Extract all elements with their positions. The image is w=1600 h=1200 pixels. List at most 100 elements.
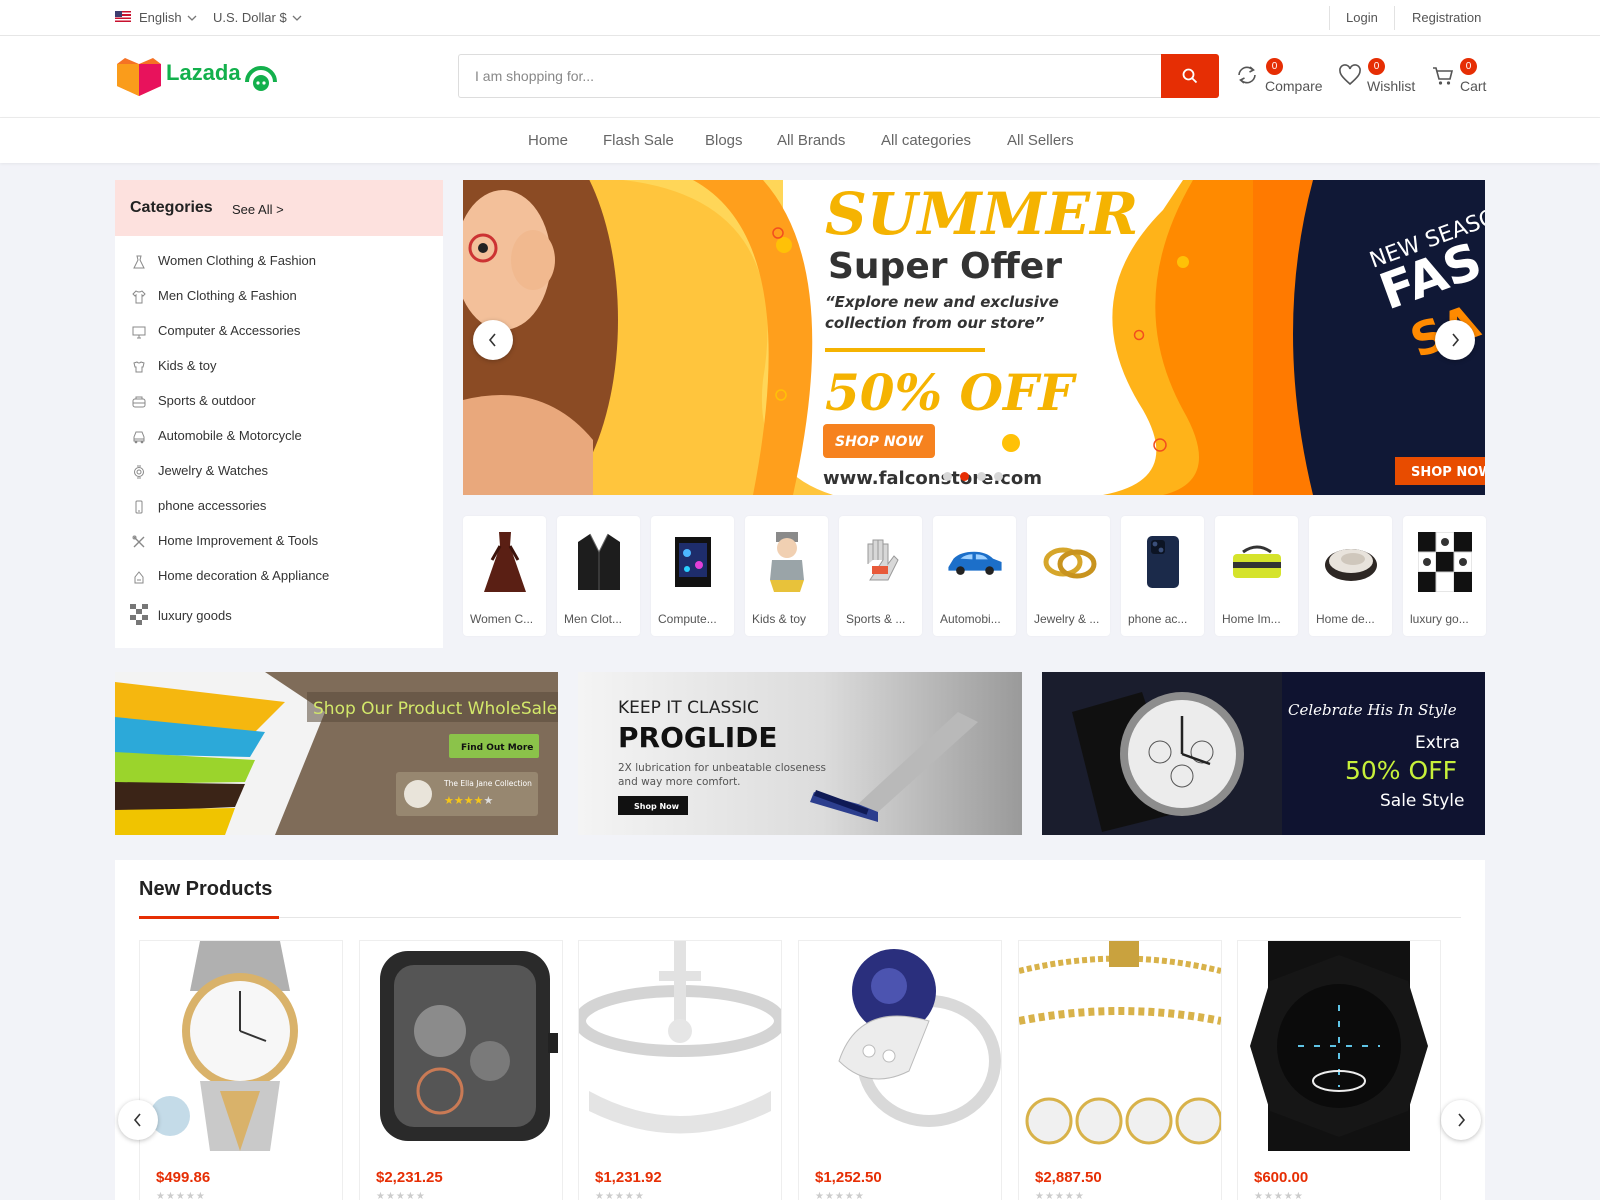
category-women-clothing[interactable]: Women Clothing & Fashion bbox=[115, 246, 443, 278]
language-selector[interactable]: English bbox=[139, 10, 182, 25]
svg-text:50% OFF: 50% OFF bbox=[1345, 756, 1457, 785]
heart-icon bbox=[1339, 64, 1361, 86]
svg-text:The Ella Jane Collection: The Ella Jane Collection bbox=[443, 779, 532, 788]
product-card[interactable]: $1,231.92 ★★★★★ bbox=[578, 940, 782, 1200]
svg-text:“Explore new and exclusive: “Explore new and exclusive bbox=[825, 293, 1059, 311]
nav-all-brands[interactable]: All Brands bbox=[777, 132, 845, 149]
svg-text:Celebrate His In Style: Celebrate His In Style bbox=[1288, 701, 1457, 719]
category-card[interactable]: Home Im... bbox=[1215, 516, 1298, 636]
category-card[interactable]: Home de... bbox=[1309, 516, 1392, 636]
skeleton-watch-image bbox=[360, 941, 562, 1151]
category-card[interactable]: Compute... bbox=[651, 516, 734, 636]
category-card[interactable]: Men Clot... bbox=[557, 516, 640, 636]
rating-stars: ★★★★★ bbox=[1254, 1191, 1304, 1200]
monitor-icon bbox=[132, 326, 146, 339]
search-button[interactable] bbox=[1161, 54, 1219, 98]
shirt-icon bbox=[132, 290, 146, 304]
product-card[interactable]: $600.00 ★★★★★ bbox=[1237, 940, 1441, 1200]
rating-stars: ★★★★★ bbox=[376, 1191, 426, 1200]
nav-all-sellers[interactable]: All Sellers bbox=[1007, 132, 1074, 149]
slider-dot[interactable] bbox=[943, 472, 952, 481]
category-card[interactable]: Jewelry & ... bbox=[1027, 516, 1110, 636]
currency-selector[interactable]: U.S. Dollar $ bbox=[213, 10, 287, 25]
category-jewelry[interactable]: Jewelry & Watches bbox=[115, 456, 443, 488]
compare-label: Compare bbox=[1265, 78, 1323, 94]
proglide-promo-banner[interactable]: KEEP IT CLASSIC PROGLIDE 2X lubrication … bbox=[578, 672, 1022, 835]
hero-slider[interactable]: SUMMER Super Offer “Explore new and excl… bbox=[463, 180, 1485, 495]
category-computer[interactable]: Computer & Accessories bbox=[115, 316, 443, 348]
watch-promo-banner[interactable]: Celebrate His In Style Extra 50% OFF Sal… bbox=[1042, 672, 1485, 835]
nav-home[interactable]: Home bbox=[528, 132, 568, 149]
dress-icon bbox=[133, 255, 145, 269]
category-automobile[interactable]: Automobile & Motorcycle bbox=[115, 421, 443, 453]
product-price: $1,231.92 bbox=[595, 1169, 662, 1186]
product-card[interactable]: $1,252.50 ★★★★★ bbox=[798, 940, 1002, 1200]
diamond-bracelet-image bbox=[1019, 941, 1221, 1151]
category-sports[interactable]: Sports & outdoor bbox=[115, 386, 443, 418]
categories-panel: Categories See All > Women Clothing & Fa… bbox=[115, 180, 443, 648]
svg-text:SHOP NOW: SHOP NOW bbox=[835, 434, 923, 450]
luxury-brands-image bbox=[1418, 532, 1472, 592]
nav-all-categories[interactable]: All categories bbox=[881, 132, 971, 149]
hero-next-button[interactable] bbox=[1435, 320, 1475, 360]
registration-link[interactable]: Registration bbox=[1412, 10, 1481, 25]
category-home-decoration[interactable]: Home decoration & Appliance bbox=[115, 561, 443, 593]
cart-button[interactable]: 0 Cart bbox=[1432, 36, 1492, 116]
category-card[interactable]: Kids & toy bbox=[745, 516, 828, 636]
compare-button[interactable]: 0 Compare bbox=[1236, 36, 1326, 116]
category-card[interactable]: luxury go... bbox=[1403, 516, 1486, 636]
slider-dot[interactable] bbox=[994, 472, 1003, 481]
hero-prev-button[interactable] bbox=[473, 320, 513, 360]
category-card[interactable]: phone ac... bbox=[1121, 516, 1204, 636]
tool-bag-image bbox=[1233, 545, 1281, 578]
products-prev-button[interactable] bbox=[118, 1100, 158, 1140]
phone-icon bbox=[135, 500, 143, 514]
product-card[interactable]: $2,887.50 ★★★★★ bbox=[1018, 940, 1222, 1200]
logo[interactable]: Lazada bbox=[115, 56, 285, 98]
chevron-left-icon bbox=[488, 333, 496, 347]
silver-ring-image bbox=[579, 941, 781, 1151]
product-card[interactable]: $499.86 ★★★★★ bbox=[139, 940, 343, 1200]
product-price: $600.00 bbox=[1254, 1169, 1309, 1186]
chevron-left-icon bbox=[133, 1113, 141, 1127]
login-link[interactable]: Login bbox=[1346, 10, 1378, 25]
category-home-improvement[interactable]: Home Improvement & Tools bbox=[115, 526, 443, 558]
cart-label: Cart bbox=[1460, 78, 1487, 94]
product-card[interactable]: $2,231.25 ★★★★★ bbox=[359, 940, 563, 1200]
black-watch-image bbox=[1238, 941, 1440, 1151]
chevron-right-icon bbox=[1452, 333, 1460, 347]
pc-case-image bbox=[675, 537, 711, 587]
nav-blogs[interactable]: Blogs bbox=[705, 132, 743, 149]
search-icon bbox=[1182, 68, 1198, 84]
category-phone-accessories[interactable]: phone accessories bbox=[115, 491, 443, 523]
category-kids-toy[interactable]: Kids & toy bbox=[115, 351, 443, 383]
category-card[interactable]: Automobi... bbox=[933, 516, 1016, 636]
category-men-clothing[interactable]: Men Clothing & Fashion bbox=[115, 281, 443, 313]
svg-text:www.falconstore.com: www.falconstore.com bbox=[823, 468, 1042, 489]
header: Lazada 0 Compare 0 Wishlist 0 Cart bbox=[0, 36, 1600, 118]
wholesale-promo-banner[interactable]: Shop Our Product WholeSale Find Out More… bbox=[115, 672, 558, 835]
category-card[interactable]: Sports & ... bbox=[839, 516, 922, 636]
slider-dot[interactable] bbox=[977, 472, 986, 481]
svg-text:50% OFF: 50% OFF bbox=[825, 363, 1078, 422]
svg-text:SHOP NOW: SHOP NOW bbox=[1411, 465, 1485, 480]
wishlist-count-badge: 0 bbox=[1368, 58, 1385, 75]
lazada-logo-icon bbox=[117, 58, 161, 96]
category-luxury-goods[interactable]: luxury goods bbox=[115, 599, 443, 631]
luxury-goods-icon bbox=[130, 604, 148, 625]
search-input[interactable] bbox=[458, 54, 1162, 98]
appliance-icon bbox=[134, 571, 144, 584]
product-price: $499.86 bbox=[156, 1169, 211, 1186]
rating-stars: ★★★★★ bbox=[815, 1191, 865, 1200]
nav-flash-sale[interactable]: Flash Sale bbox=[603, 132, 674, 149]
new-products-section: New Products $499.86 ★★★★★ $2,231.25 ★★★… bbox=[115, 860, 1485, 1200]
compare-icon bbox=[1238, 66, 1256, 84]
category-card[interactable]: Women C... bbox=[463, 516, 546, 636]
divider bbox=[1394, 6, 1395, 30]
top-bar: English U.S. Dollar $ Login Registration bbox=[0, 0, 1600, 36]
see-all-link[interactable]: See All > bbox=[232, 202, 284, 217]
slider-dot[interactable] bbox=[960, 472, 969, 481]
car-icon bbox=[133, 431, 145, 444]
wishlist-button[interactable]: 0 Wishlist bbox=[1338, 36, 1418, 116]
products-next-button[interactable] bbox=[1441, 1100, 1481, 1140]
